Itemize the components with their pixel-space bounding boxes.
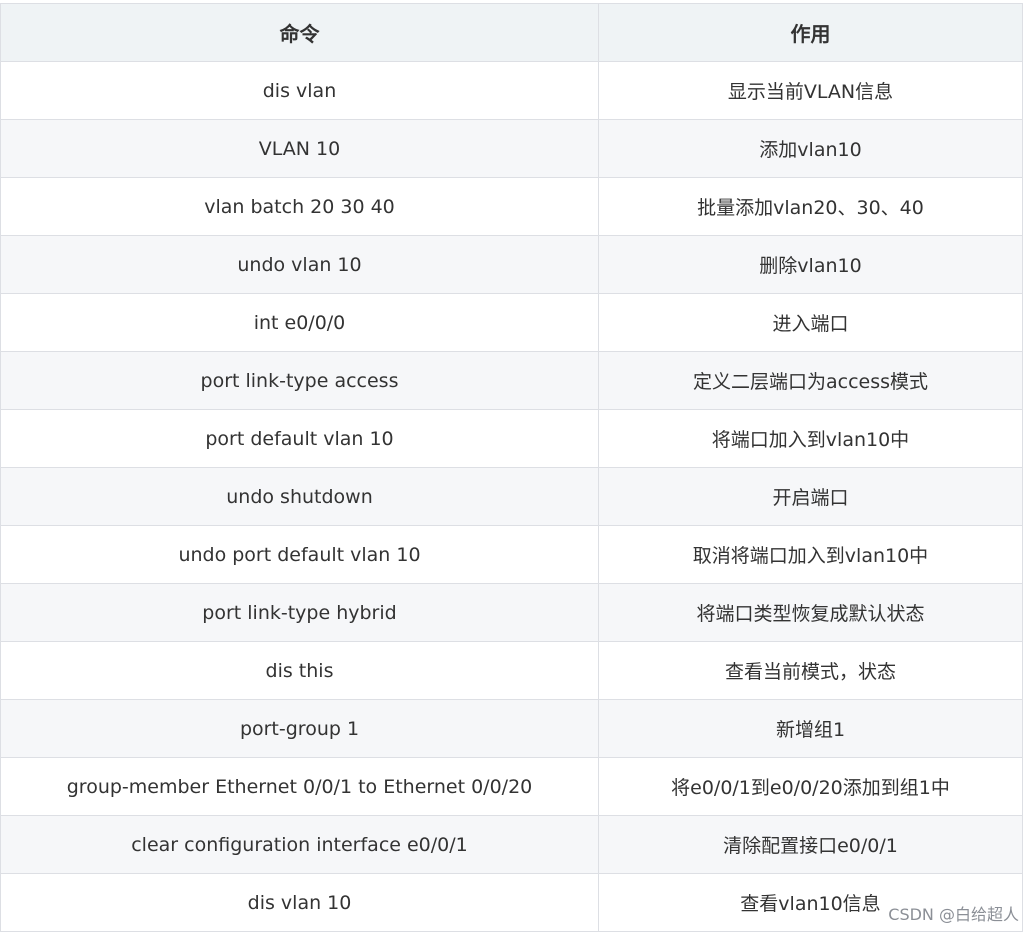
table-row: undo port default vlan 10 取消将端口加入到vlan10… (0, 525, 1023, 584)
command-cell: VLAN 10 (0, 119, 599, 178)
purpose-cell: 定义二层端口为access模式 (598, 351, 1023, 410)
command-cell: dis vlan (0, 61, 599, 120)
table-row: port link-type access 定义二层端口为access模式 (0, 351, 1023, 410)
command-cell: dis vlan 10 (0, 873, 599, 932)
command-cell: port default vlan 10 (0, 409, 599, 468)
header-purpose: 作用 (598, 3, 1023, 62)
command-cell: clear configuration interface e0/0/1 (0, 815, 599, 874)
command-cell: undo port default vlan 10 (0, 525, 599, 584)
table-row: clear configuration interface e0/0/1 清除配… (0, 815, 1023, 874)
table-row: undo vlan 10 删除vlan10 (0, 235, 1023, 294)
purpose-cell: 进入端口 (598, 293, 1023, 352)
purpose-cell: 将端口加入到vlan10中 (598, 409, 1023, 468)
table-row: vlan batch 20 30 40 批量添加vlan20、30、40 (0, 177, 1023, 236)
purpose-cell: 查看当前模式，状态 (598, 641, 1023, 700)
purpose-cell: 将端口类型恢复成默认状态 (598, 583, 1023, 642)
purpose-cell: 新增组1 (598, 699, 1023, 758)
table-row: port link-type hybrid 将端口类型恢复成默认状态 (0, 583, 1023, 642)
table-row: port-group 1 新增组1 (0, 699, 1023, 758)
purpose-cell: 将e0/0/1到e0/0/20添加到组1中 (598, 757, 1023, 816)
header-command: 命令 (0, 3, 599, 62)
command-cell: port link-type access (0, 351, 599, 410)
command-cell: undo shutdown (0, 467, 599, 526)
command-cell: group-member Ethernet 0/0/1 to Ethernet … (0, 757, 599, 816)
command-table: 命令 作用 dis vlan 显示当前VLAN信息 VLAN 10 添加vlan… (0, 3, 1023, 932)
table-row: VLAN 10 添加vlan10 (0, 119, 1023, 178)
command-cell: int e0/0/0 (0, 293, 599, 352)
csdn-watermark: CSDN @白给超人 (888, 905, 1019, 924)
command-cell: port link-type hybrid (0, 583, 599, 642)
command-cell: vlan batch 20 30 40 (0, 177, 599, 236)
table-body: dis vlan 显示当前VLAN信息 VLAN 10 添加vlan10 vla… (0, 61, 1023, 932)
table-row: undo shutdown 开启端口 (0, 467, 1023, 526)
header-row: 命令 作用 (0, 3, 1023, 62)
purpose-cell: 批量添加vlan20、30、40 (598, 177, 1023, 236)
table-row: dis this 查看当前模式，状态 (0, 641, 1023, 700)
purpose-cell: 删除vlan10 (598, 235, 1023, 294)
purpose-cell: 清除配置接口e0/0/1 (598, 815, 1023, 874)
command-table-container: 命令 作用 dis vlan 显示当前VLAN信息 VLAN 10 添加vlan… (0, 3, 1023, 932)
purpose-cell: 取消将端口加入到vlan10中 (598, 525, 1023, 584)
purpose-cell: 显示当前VLAN信息 (598, 61, 1023, 120)
table-row: dis vlan 10 查看vlan10信息 (0, 873, 1023, 932)
command-cell: port-group 1 (0, 699, 599, 758)
purpose-cell: 添加vlan10 (598, 119, 1023, 178)
purpose-cell: 开启端口 (598, 467, 1023, 526)
table-header: 命令 作用 (0, 3, 1023, 62)
command-cell: dis this (0, 641, 599, 700)
command-cell: undo vlan 10 (0, 235, 599, 294)
table-row: port default vlan 10 将端口加入到vlan10中 (0, 409, 1023, 468)
table-row: group-member Ethernet 0/0/1 to Ethernet … (0, 757, 1023, 816)
table-row: dis vlan 显示当前VLAN信息 (0, 61, 1023, 120)
table-row: int e0/0/0 进入端口 (0, 293, 1023, 352)
